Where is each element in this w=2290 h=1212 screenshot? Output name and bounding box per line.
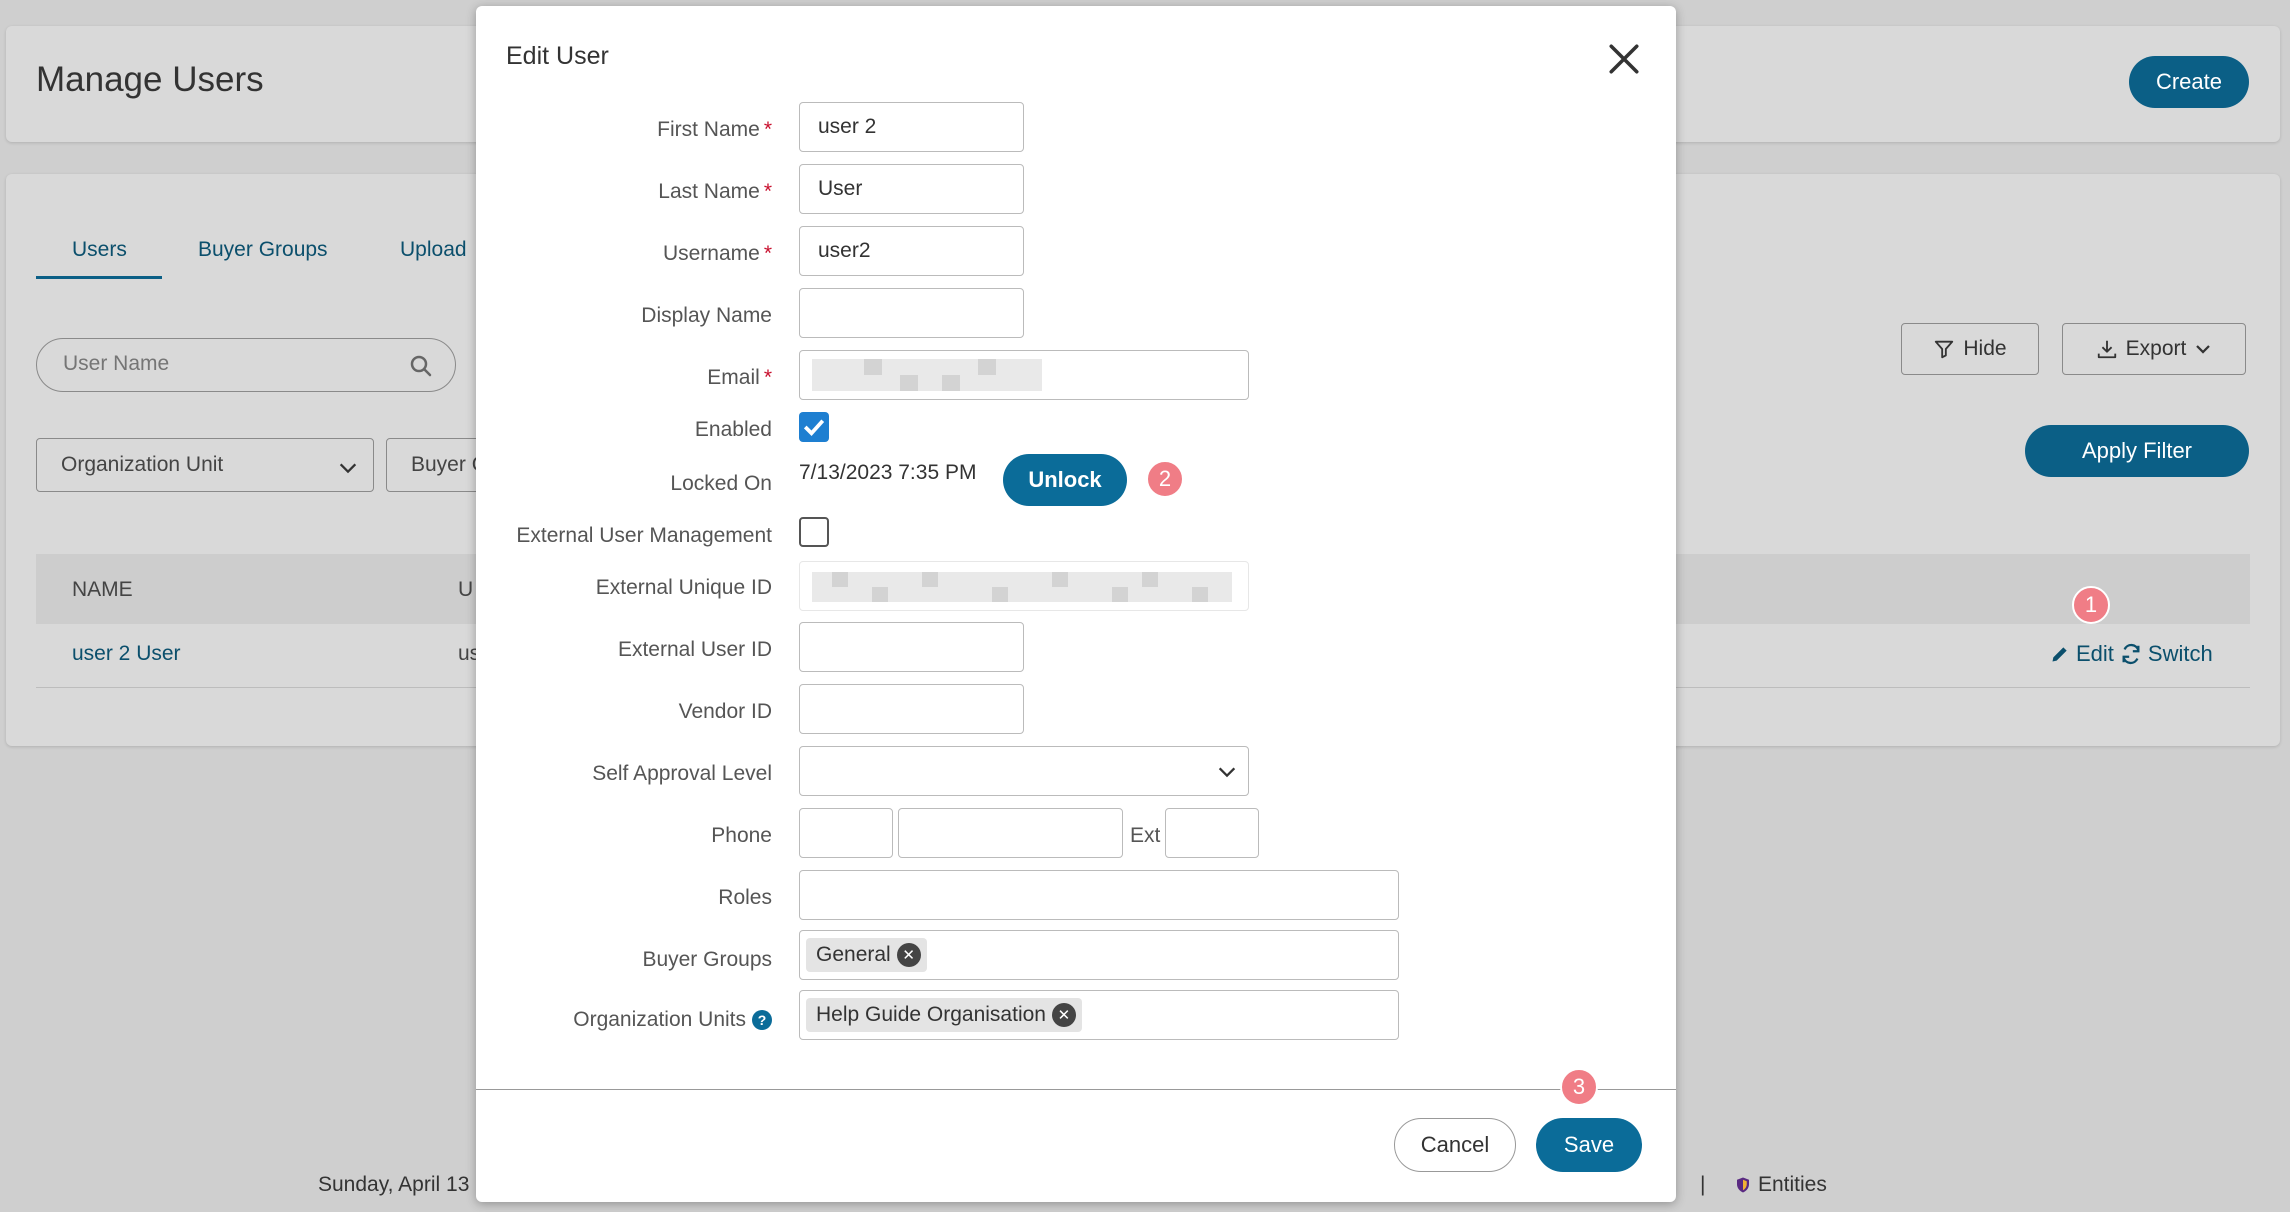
organization-unit-chip-label: Help Guide Organisation	[816, 1003, 1046, 1026]
footer-separator-text: |	[1700, 1173, 1706, 1196]
footer-entities-text: Entities	[1758, 1173, 1827, 1196]
display-name-label: Display Name	[641, 304, 772, 327]
external-user-id-label: External User ID	[617, 638, 772, 661]
download-icon	[2097, 340, 2116, 359]
checkmark-icon	[803, 419, 825, 436]
search-input[interactable]	[61, 351, 401, 377]
required-marker: *	[763, 242, 772, 265]
roles-label: Roles	[718, 886, 772, 909]
apply-filter-button[interactable]: Apply Filter	[2025, 425, 2249, 477]
locked-on-value: 7/13/2023 7:35 PM	[799, 461, 977, 484]
external-user-id-input[interactable]	[799, 622, 1024, 672]
buyer-group-chip: General ✕	[806, 938, 927, 972]
phone-ext-input[interactable]	[1165, 808, 1259, 858]
help-icon[interactable]: ?	[752, 1010, 772, 1031]
phone-number-input[interactable]	[898, 808, 1123, 858]
vendor-id-label: Vendor ID	[678, 700, 772, 723]
active-tab-indicator	[36, 276, 162, 279]
organization-unit-filter[interactable]: Organization Unit	[36, 438, 374, 492]
close-icon[interactable]	[1607, 42, 1641, 76]
refresh-icon[interactable]	[2120, 643, 2142, 665]
chevron-down-icon	[2196, 345, 2211, 354]
chevron-down-icon	[1218, 767, 1236, 778]
organization-unit-chip: Help Guide Organisation ✕	[806, 998, 1082, 1032]
shield-icon	[1737, 1177, 1749, 1193]
external-user-management-checkbox[interactable]	[799, 517, 829, 547]
username-label: Username *	[412, 242, 772, 266]
email-label: Email *	[412, 366, 772, 390]
display-name-input[interactable]	[799, 288, 1024, 338]
buyer-groups-input[interactable]: General ✕	[799, 930, 1399, 980]
phone-country-code-input[interactable]	[799, 808, 893, 858]
organization-units-input[interactable]: Help Guide Organisation ✕	[799, 990, 1399, 1040]
last-name-input[interactable]	[799, 164, 1024, 214]
tab-buyer-groups[interactable]: Buyer Groups	[198, 238, 328, 262]
hide-label: Hide	[1963, 337, 2007, 360]
remove-chip-icon[interactable]: ✕	[1051, 1003, 1076, 1027]
footer-divider	[476, 1089, 1676, 1090]
remove-chip-icon[interactable]: ✕	[896, 943, 921, 967]
email-input[interactable]	[799, 350, 1249, 400]
filter-icon	[1935, 340, 1954, 359]
external-unique-id-label: External Unique ID	[595, 576, 772, 599]
last-name-label-text: Last Name	[658, 180, 760, 203]
column-header-name[interactable]: NAME	[72, 578, 133, 602]
organization-units-label-text: Organization Units	[573, 1008, 746, 1031]
footer-date: Sunday, April 13	[318, 1173, 469, 1197]
save-button[interactable]: Save	[1536, 1118, 1642, 1172]
edit-user-dialog: Edit User First Name * Last Name * Usernam…	[476, 6, 1676, 1202]
first-name-label-text: First Name	[657, 118, 760, 141]
self-approval-level-select[interactable]	[799, 746, 1249, 796]
chevron-down-icon	[339, 463, 357, 474]
buyer-group-chip-label: General	[816, 943, 891, 966]
user-name-link[interactable]: user 2 User	[72, 642, 181, 666]
enabled-label: Enabled	[694, 418, 772, 441]
footer-separator: |	[1700, 1173, 1705, 1197]
page-title: Manage Users	[36, 60, 264, 99]
form-labels: First Name * Last Name * Username * Display…	[476, 6, 772, 1086]
external-unique-id-input	[799, 561, 1249, 611]
username-input[interactable]	[799, 226, 1024, 276]
callout-badge-1: 1	[2072, 586, 2110, 624]
edit-link[interactable]: Edit	[2076, 641, 2114, 667]
email-label-text: Email	[707, 366, 760, 389]
pencil-icon[interactable]	[2050, 644, 2070, 664]
organization-unit-filter-label: Organization Unit	[61, 453, 224, 476]
username-label-text: Username	[662, 242, 760, 265]
export-button[interactable]: Export	[2062, 323, 2246, 375]
callout-badge-2: 2	[1146, 460, 1184, 498]
footer-entities[interactable]: Entities	[1734, 1173, 1827, 1197]
phone-ext-label: Ext	[1130, 824, 1161, 847]
tab-users[interactable]: Users	[72, 238, 127, 262]
row-actions: Edit Switch	[2050, 641, 2213, 667]
external-user-management-label: External User Management	[516, 524, 772, 547]
required-marker: *	[763, 366, 772, 389]
footer-date-text: Sunday, April 13	[318, 1173, 470, 1196]
buyer-groups-label: Buyer Groups	[642, 948, 772, 971]
organization-units-label: Organization Units?	[412, 1008, 772, 1032]
self-approval-level-label: Self Approval Level	[592, 762, 772, 785]
locked-on-label: Locked On	[670, 472, 772, 495]
required-marker: *	[763, 180, 772, 203]
export-label: Export	[2125, 337, 2187, 360]
first-name-label: First Name *	[412, 118, 772, 142]
redacted-external-unique-id	[812, 572, 1232, 602]
unlock-button[interactable]: Unlock	[1003, 454, 1127, 506]
first-name-input[interactable]	[799, 102, 1024, 152]
vendor-id-input[interactable]	[799, 684, 1024, 734]
enabled-checkbox[interactable]	[799, 412, 829, 442]
create-button[interactable]: Create	[2129, 56, 2249, 108]
redacted-email	[812, 359, 1042, 391]
user-name-search[interactable]	[36, 338, 456, 392]
switch-link[interactable]: Switch	[2148, 641, 2213, 667]
phone-label: Phone	[711, 824, 772, 847]
hide-button[interactable]: Hide	[1901, 323, 2039, 375]
cancel-button[interactable]: Cancel	[1394, 1118, 1516, 1172]
required-marker: *	[763, 118, 772, 141]
callout-badge-3: 3	[1560, 1068, 1598, 1106]
last-name-label: Last Name *	[412, 180, 772, 204]
roles-input[interactable]	[799, 870, 1399, 920]
